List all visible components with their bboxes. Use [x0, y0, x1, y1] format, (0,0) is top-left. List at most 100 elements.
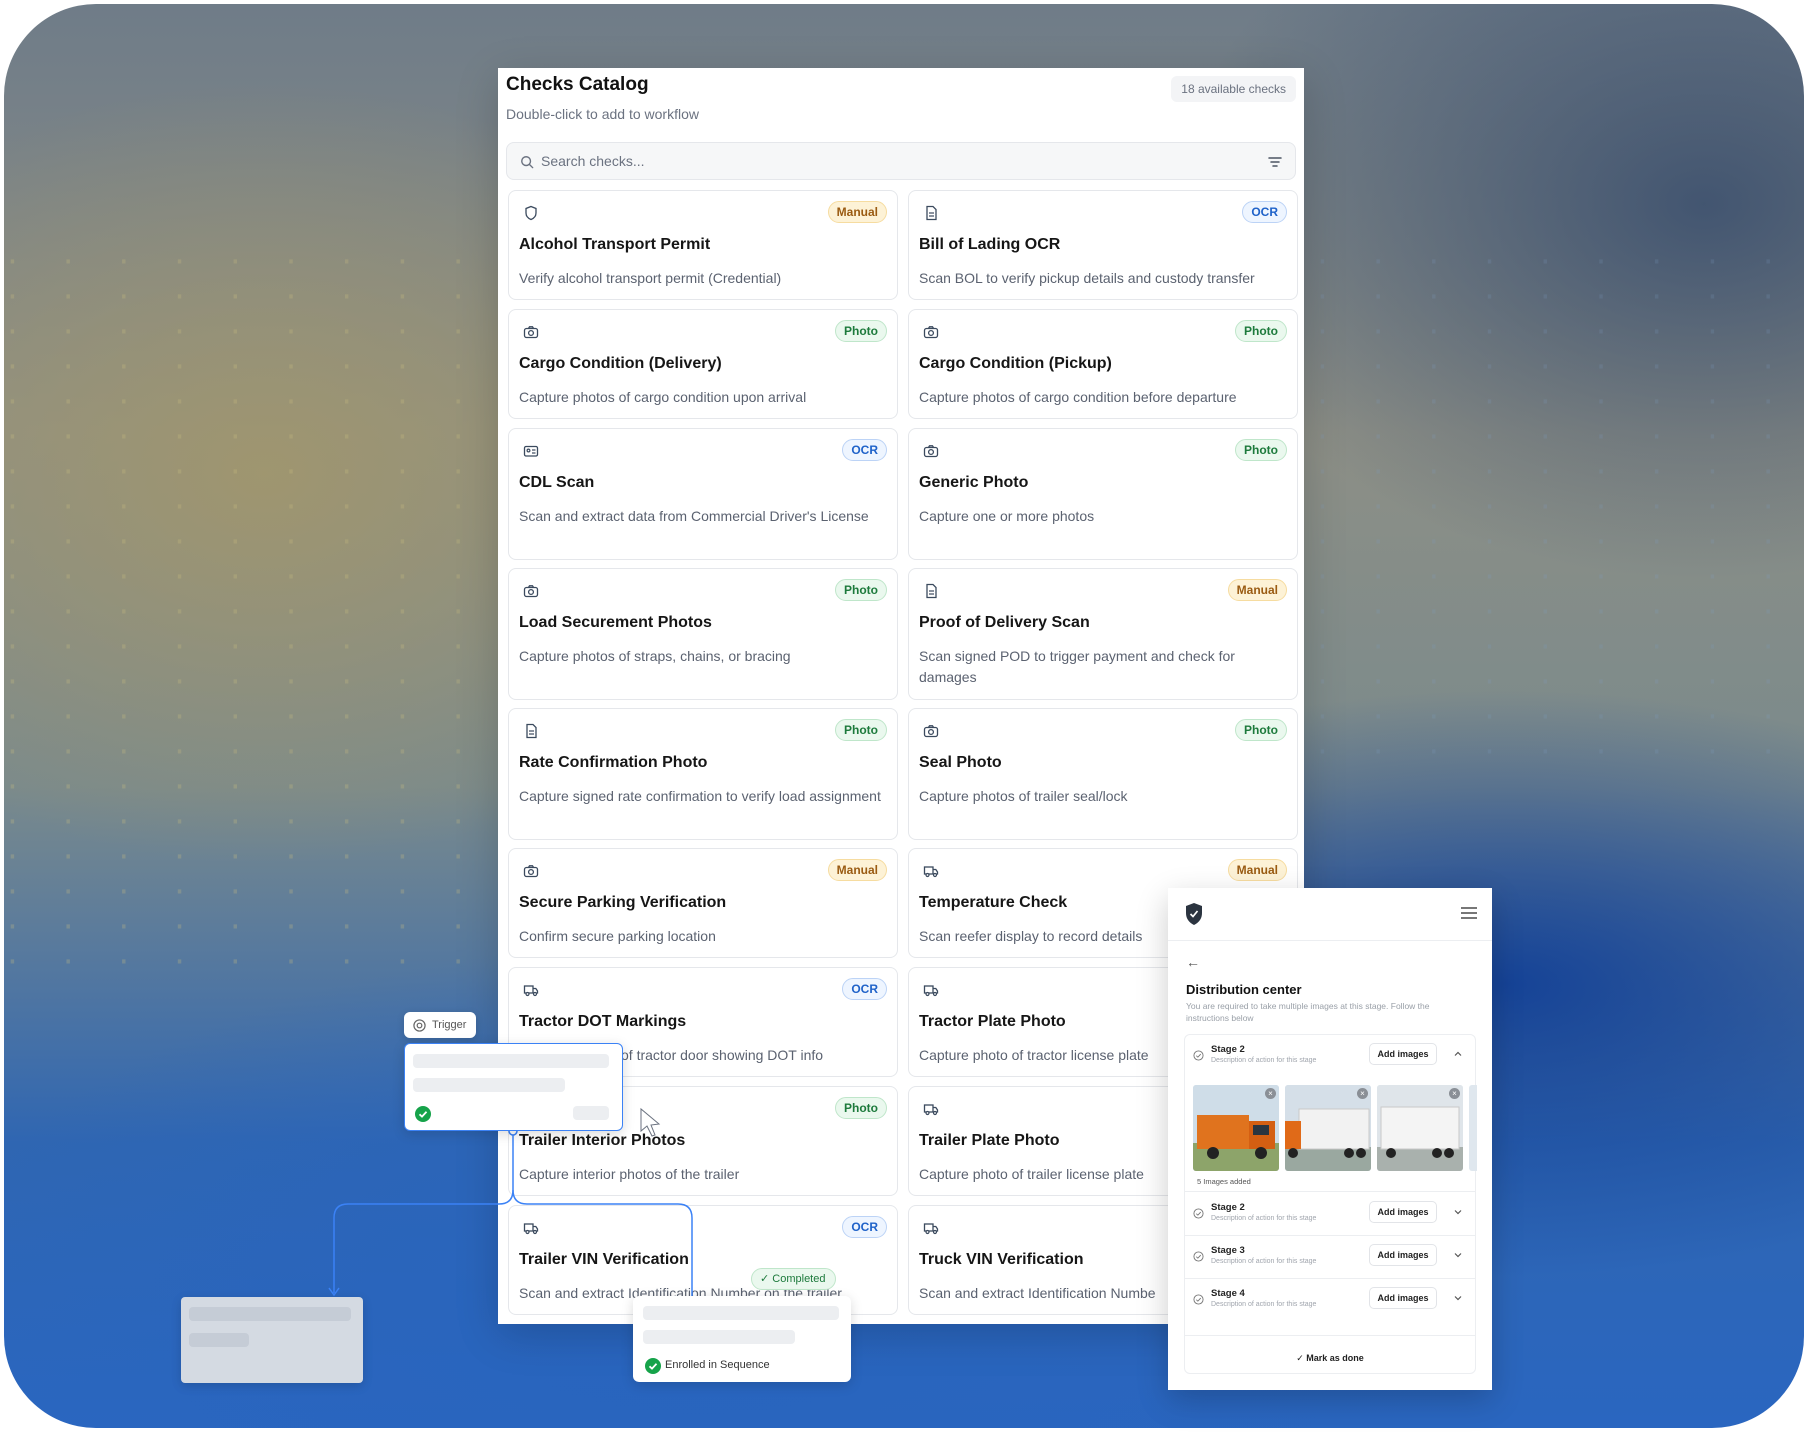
check-description: Scan signed POD to trigger payment and c…: [919, 648, 1235, 685]
chevron-down-icon[interactable]: [1453, 1250, 1463, 1260]
back-button[interactable]: ←: [1186, 954, 1200, 970]
check-card[interactable]: Manual Secure Parking Verification Confirm…: [508, 848, 898, 958]
trigger-node[interactable]: [404, 1043, 623, 1131]
check-type-badge: OCR: [1242, 201, 1287, 223]
camera-icon: [923, 324, 939, 340]
check-card[interactable]: Photo Seal Photo Capture photos of trailer…: [908, 708, 1298, 840]
stage-row[interactable]: Stage 4 Description of action for this s…: [1185, 1279, 1475, 1321]
circle-check-icon: [1193, 1050, 1204, 1061]
stage-name: Stage 4: [1211, 1288, 1245, 1299]
check-type-badge: Photo: [835, 1097, 887, 1119]
truck-photo[interactable]: ×: [1285, 1085, 1371, 1171]
catalog-subtitle: Double-click to add to workflow: [506, 106, 699, 122]
truck-photo[interactable]: ×: [1193, 1085, 1279, 1171]
filter-icon[interactable]: [1267, 154, 1283, 170]
check-card[interactable]: OCR Bill of Lading OCR Scan BOL to verify …: [908, 190, 1298, 300]
stage-row[interactable]: Stage 2 Description of action for this s…: [1185, 1035, 1475, 1077]
add-images-button[interactable]: Add images: [1369, 1201, 1437, 1223]
search-icon: [521, 156, 534, 169]
mark-as-done-button[interactable]: ✓ Mark as done: [1185, 1353, 1475, 1364]
check-type-badge: Photo: [835, 719, 887, 741]
id-card-icon: [523, 443, 539, 459]
truck-photo[interactable]: [1469, 1085, 1477, 1171]
check-card[interactable]: OCR CDL Scan Scan and extract data from Co…: [508, 428, 898, 560]
image-thumbnails: × × ×: [1193, 1085, 1477, 1171]
check-card[interactable]: Manual Proof of Delivery Scan Scan signed …: [908, 568, 1298, 700]
divider: [1185, 1191, 1475, 1192]
remove-image-icon[interactable]: ×: [1357, 1088, 1368, 1099]
decorative-pattern: · · · · · · · · · · · · · · · · · · · · …: [4, 245, 478, 978]
trigger-tag[interactable]: Trigger: [404, 1012, 476, 1038]
skeleton-chip: [573, 1106, 609, 1120]
remove-image-icon[interactable]: ×: [1265, 1088, 1276, 1099]
chevron-up-icon[interactable]: [1453, 1049, 1463, 1059]
success-check-icon: [645, 1358, 661, 1374]
enrolled-node[interactable]: Enrolled in Sequence: [633, 1296, 851, 1382]
trigger-icon: [413, 1019, 426, 1032]
skeleton-line: [189, 1307, 351, 1321]
document-icon: [923, 205, 939, 221]
chevron-down-icon[interactable]: [1453, 1207, 1463, 1217]
success-check-icon: [415, 1106, 431, 1122]
check-description: Scan BOL to verify pickup details and cu…: [919, 270, 1255, 286]
remove-image-icon[interactable]: ×: [1449, 1088, 1460, 1099]
check-icon: ✓: [760, 1273, 773, 1285]
catalog-title: Checks Catalog: [506, 74, 649, 95]
menu-icon[interactable]: [1460, 906, 1478, 920]
check-description: Capture signed rate confirmation to veri…: [519, 788, 881, 804]
check-description: Capture interior photos of the trailer: [519, 1166, 740, 1182]
check-card[interactable]: Photo Generic Photo Capture one or more ph…: [908, 428, 1298, 560]
available-count-badge: 18 available checks: [1171, 76, 1296, 102]
add-images-button[interactable]: Add images: [1369, 1043, 1437, 1065]
check-description: Capture photos of straps, chains, or bra…: [519, 648, 791, 664]
check-type-badge: OCR: [842, 978, 887, 1000]
completed-label: Completed: [772, 1273, 826, 1285]
check-title: Alcohol Transport Permit: [519, 236, 711, 253]
mobile-app-panel: ← Distribution center You are required t…: [1168, 888, 1492, 1390]
camera-icon: [923, 443, 939, 459]
truck-photo[interactable]: ×: [1377, 1085, 1463, 1171]
circle-check-icon: [1193, 1208, 1204, 1219]
search-input[interactable]: Search checks...: [506, 142, 1296, 180]
add-images-button[interactable]: Add images: [1369, 1244, 1437, 1266]
check-card[interactable]: Photo Load Securement Photos Capture photo…: [508, 568, 898, 700]
images-added-count: 5 Images added: [1197, 1177, 1251, 1186]
check-type-badge: Photo: [1235, 439, 1287, 461]
check-title: Trailer Interior Photos: [519, 1132, 686, 1149]
shield-logo-icon: [1186, 903, 1202, 925]
check-card[interactable]: Photo Cargo Condition (Delivery) Capture p…: [508, 309, 898, 419]
skeleton-line: [413, 1078, 565, 1092]
camera-icon: [523, 324, 539, 340]
check-title: Temperature Check: [919, 894, 1068, 911]
skeleton-line: [189, 1333, 249, 1347]
check-title: Trailer Plate Photo: [919, 1132, 1060, 1149]
check-type-badge: Manual: [1227, 579, 1287, 601]
document-icon: [923, 583, 939, 599]
placeholder-node[interactable]: [181, 1297, 363, 1383]
check-description: of tractor door showing DOT info: [621, 1047, 824, 1063]
check-description: Verify alcohol transport permit (Credent…: [519, 270, 782, 286]
add-images-button[interactable]: Add images: [1369, 1287, 1437, 1309]
chevron-down-icon[interactable]: [1453, 1293, 1463, 1303]
stage-row[interactable]: Stage 2 Description of action for this s…: [1185, 1193, 1475, 1235]
enrolled-label: Enrolled in Sequence: [665, 1359, 770, 1371]
check-title: Bill of Lading OCR: [919, 236, 1061, 253]
circle-check-icon: [1193, 1251, 1204, 1262]
check-type-badge: Photo: [1235, 719, 1287, 741]
check-title: Seal Photo: [919, 754, 1002, 771]
stage-row[interactable]: Stage 3 Description of action for this s…: [1185, 1236, 1475, 1278]
skeleton-line: [643, 1306, 839, 1320]
check-type-badge: Photo: [1235, 320, 1287, 342]
check-title: Cargo Condition (Pickup): [919, 355, 1112, 372]
stage-desc: Description of action for this stage: [1211, 1301, 1317, 1308]
check-title: Load Securement Photos: [519, 614, 712, 631]
check-title: Cargo Condition (Delivery): [519, 355, 722, 372]
check-description: Capture photos of cargo condition upon a…: [519, 389, 807, 405]
truck-icon: [923, 982, 939, 998]
check-type-badge: Manual: [827, 859, 887, 881]
check-card[interactable]: Manual Alcohol Transport Permit Verify alc…: [508, 190, 898, 300]
truck-icon: [523, 982, 539, 998]
check-card[interactable]: Photo Rate Confirmation Photo Capture sign…: [508, 708, 898, 840]
check-card[interactable]: Photo Cargo Condition (Pickup) Capture pho…: [908, 309, 1298, 419]
skeleton-line: [413, 1054, 609, 1068]
